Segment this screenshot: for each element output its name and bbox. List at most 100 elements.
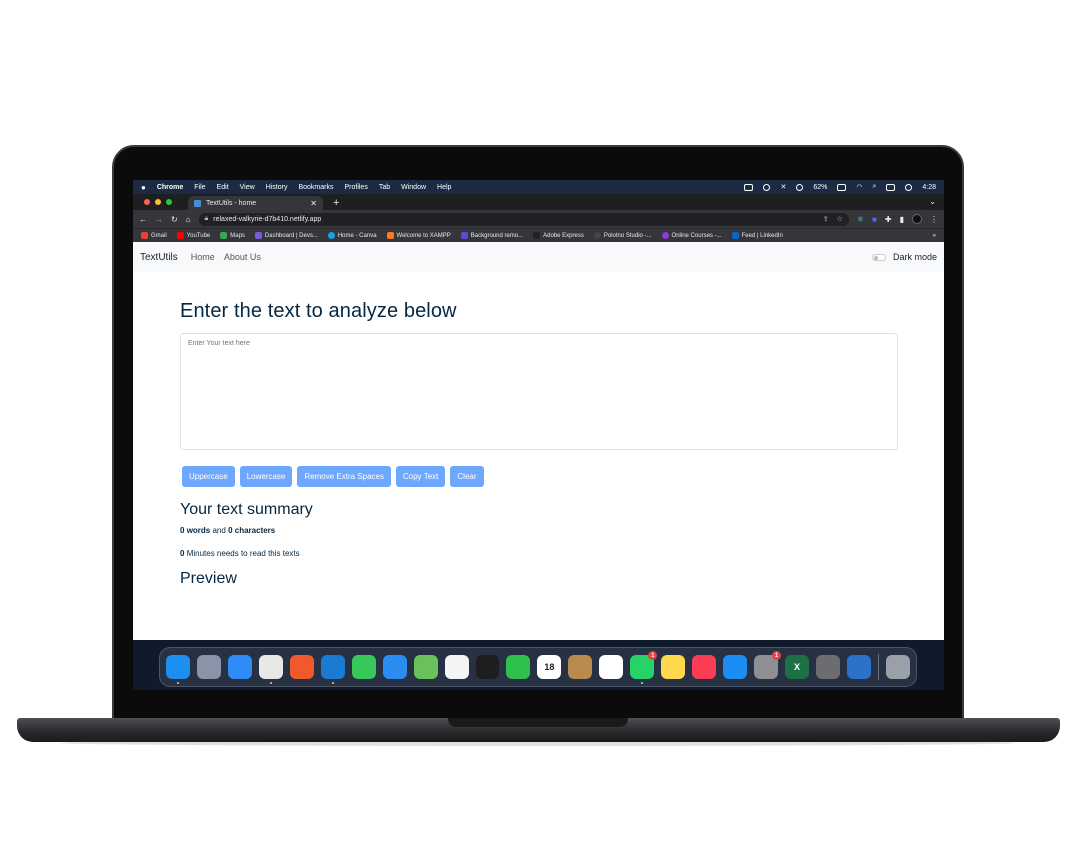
notes-icon[interactable] [661,655,686,679]
calendar-icon[interactable]: 18 [537,655,562,679]
minimize-window-icon[interactable] [155,199,161,205]
menu-app-name[interactable]: Chrome [157,184,183,191]
facetime-icon[interactable] [506,655,531,679]
status-layers-icon[interactable] [763,183,771,191]
bookmarks-overflow-icon[interactable]: » [933,233,936,239]
terminal-icon[interactable] [475,655,500,679]
navbar-brand[interactable]: TextUtils [140,252,178,263]
extension-icon[interactable]: ■ [872,215,877,224]
clock[interactable]: 4:28 [922,184,936,191]
menu-edit[interactable]: Edit [217,184,229,191]
dark-mode-toggle[interactable] [871,253,886,261]
music-icon[interactable] [692,655,717,679]
dark-mode-label[interactable]: Dark mode [893,252,937,262]
menu-bookmarks[interactable]: Bookmarks [298,184,333,191]
finder-icon[interactable] [166,655,190,684]
close-window-icon[interactable] [144,199,150,205]
status-bluetooth-icon[interactable]: ✕ [780,183,786,191]
courses-icon [661,232,669,239]
contacts-icon[interactable] [568,655,593,679]
mail-icon[interactable] [382,655,407,679]
clear-button[interactable]: Clear [450,466,484,487]
text-input-area[interactable] [180,333,898,450]
bookmark-label: Adobe Express [543,232,584,239]
notification-badge: 1 [772,651,782,660]
bookmark-background-remover[interactable]: Background remo... [460,232,523,239]
bookmark-label: Online Courses -... [671,232,722,239]
menu-history[interactable]: History [266,184,288,191]
summary-heading: Your text summary [180,501,313,518]
status-sync-icon[interactable] [796,183,804,191]
bookmark-canva[interactable]: Home - Canva [327,232,377,239]
zoom-window-icon[interactable] [166,199,172,205]
address-bar[interactable]: 🔒︎ relaxed-valkyrie-d7b410.netlify.app ⇪… [198,212,849,226]
home-icon[interactable]: ⌂ [186,215,191,224]
calculator-icon[interactable] [816,655,840,679]
apple-icon[interactable]: ● [141,183,146,192]
url-text[interactable]: relaxed-valkyrie-d7b410.netlify.app [213,216,321,223]
control-center-icon[interactable] [886,183,896,191]
sidepanel-icon[interactable]: ▮ [900,215,904,224]
menu-profiles[interactable]: Profiles [344,184,367,191]
trash-icon[interactable] [885,655,910,679]
bookmark-polotno[interactable]: Polotno Studio -... [593,232,652,239]
bookmark-adobe-express[interactable]: Adobe Express [533,232,584,239]
tab-search-icon[interactable]: ⌄ [929,197,936,206]
siri-icon[interactable] [905,183,913,191]
lowercase-button[interactable]: Lowercase [239,466,293,487]
chrome-icon[interactable] [258,655,283,684]
vscode-icon[interactable] [320,655,345,684]
forward-icon[interactable]: → [155,215,163,224]
menu-help[interactable]: Help [437,184,451,191]
messages-icon[interactable] [351,655,376,679]
remove-extra-spaces-button[interactable]: Remove Extra Spaces [297,466,391,487]
photos-icon[interactable] [444,655,469,679]
spotlight-icon[interactable]: ⌕ [872,183,876,191]
maps-icon[interactable] [413,655,438,679]
share-icon[interactable]: ⇪ [823,215,829,223]
dock-icon-label: 18 [544,662,555,672]
gmail-icon [141,232,148,239]
copy-text-button[interactable]: Copy Text [395,466,446,487]
excel-icon[interactable]: X [785,655,810,679]
safari-icon[interactable] [227,655,252,679]
bookmark-linkedin[interactable]: Feed | LinkedIn [731,232,783,239]
launchpad-icon[interactable] [196,655,221,679]
menu-tab[interactable]: Tab [379,184,390,191]
bookmark-maps[interactable]: Maps [220,232,245,239]
browser-tab-strip: TextUtils - home ✕ + ⌄ [133,194,944,210]
back-icon[interactable]: ← [139,215,147,224]
system-settings-icon[interactable]: 1 [754,651,782,679]
brave-icon[interactable] [289,655,314,679]
xampp-manager-icon[interactable] [846,655,871,679]
battery-icon[interactable] [837,183,847,191]
profile-avatar[interactable] [912,214,922,224]
bookmark-online-courses[interactable]: Online Courses -... [661,232,722,239]
bookmark-youtube[interactable]: YouTube [176,232,210,239]
react-devtools-icon[interactable]: ⚛ [857,215,864,224]
app-store-icon[interactable] [723,655,748,679]
status-app-icon[interactable] [744,183,754,191]
browser-tab[interactable]: TextUtils - home ✕ [188,196,323,210]
tab-favicon-icon [194,199,201,207]
bookmark-star-icon[interactable]: ☆ [837,215,843,223]
menu-view[interactable]: View [240,184,255,191]
wifi-icon[interactable]: ◠ [856,183,862,191]
bookmark-xampp[interactable]: Welcome to XAMPP [386,232,451,239]
new-tab-button[interactable]: + [333,197,339,209]
bookmark-dashboard[interactable]: Dashboard | Devs... [254,232,318,239]
nav-home-link[interactable]: Home [191,252,215,262]
reminders-icon[interactable] [599,655,624,679]
menu-window[interactable]: Window [401,184,426,191]
uppercase-button[interactable]: Uppercase [182,466,235,487]
whatsapp-icon[interactable]: 1 [630,651,658,684]
browser-menu-icon[interactable]: ⋮ [930,215,938,224]
puzzle-extensions-icon[interactable]: ✚ [885,215,892,224]
battery-percent[interactable]: 62% [813,184,827,191]
lock-icon[interactable]: 🔒︎ [205,215,209,223]
reload-icon[interactable]: ↻ [171,215,178,224]
bookmark-gmail[interactable]: Gmail [141,232,167,239]
tab-close-icon[interactable]: ✕ [310,199,317,208]
nav-about-link[interactable]: About Us [224,252,261,262]
menu-file[interactable]: File [194,184,205,191]
